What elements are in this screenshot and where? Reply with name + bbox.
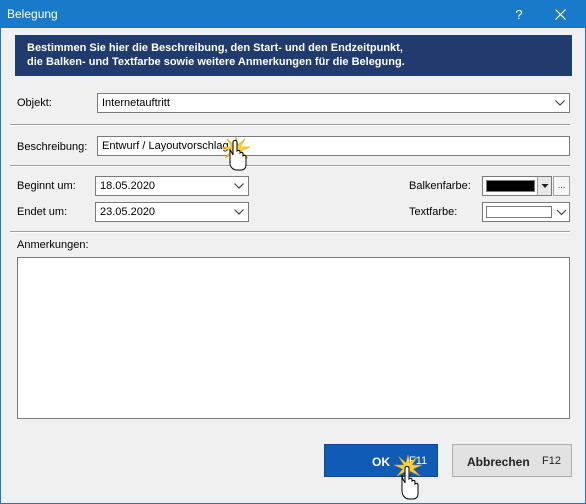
beginnt-value: 18.05.2020 [100,180,156,192]
beschreibung-field[interactable]: Entwurf / Layoutvorschlag [97,136,570,156]
endet-date-picker[interactable]: 23.05.2020 [95,202,249,222]
info-banner: Bestimmen Sie hier die Beschreibung, den… [15,35,572,76]
textfarbe-swatch [486,206,552,218]
balkenfarbe-swatch [486,180,535,192]
close-icon [555,9,566,20]
beschreibung-label: Beschreibung: [17,141,88,153]
chevron-down-icon [556,209,567,216]
separator [10,124,570,126]
belegung-dialog: Belegung ? Bestimmen Sie hier die Beschr… [0,0,586,504]
close-button[interactable] [539,1,583,28]
chevron-down-icon [234,209,244,215]
banner-line-2: die Balken- und Textfarbe sowie weitere … [27,56,405,68]
balkenfarbe-more-button[interactable]: ... [553,176,570,196]
endet-value: 23.05.2020 [100,206,156,218]
balkenfarbe-dropdown-button[interactable] [537,177,551,195]
cancel-button-shortcut: F12 [542,455,561,467]
separator [10,165,570,167]
click-cursor-icon [393,454,423,500]
objekt-combobox[interactable]: Internetauftritt [97,93,570,113]
help-button[interactable]: ? [499,1,539,28]
anmerkungen-textarea[interactable] [17,257,570,419]
chevron-down-icon [234,183,244,189]
textfarbe-label: Textfarbe: [409,206,458,218]
objekt-value: Internetauftritt [102,97,170,109]
textfarbe-dropdown-button[interactable] [554,203,569,221]
balkenfarbe-label: Balkenfarbe: [409,180,471,192]
cancel-button-label: Abbrechen [467,455,530,469]
textfarbe-color-picker[interactable] [482,202,570,222]
beginnt-label: Beginnt um: [17,180,76,192]
window-title: Belegung [7,7,58,21]
triangle-down-icon [541,184,549,188]
banner-line-1: Bestimmen Sie hier die Beschreibung, den… [27,42,403,54]
balkenfarbe-color-picker[interactable] [482,176,552,196]
separator [10,231,570,233]
anmerkungen-label: Anmerkungen: [17,239,89,251]
ok-button-label: OK [372,455,390,469]
objekt-label: Objekt: [17,97,52,109]
beginnt-date-picker[interactable]: 18.05.2020 [95,176,249,196]
chevron-down-icon [555,100,565,106]
title-bar: Belegung ? [1,1,585,28]
endet-label: Endet um: [17,206,68,218]
beschreibung-value: Entwurf / Layoutvorschlag [102,140,229,152]
click-cursor-icon [221,136,251,171]
cancel-button[interactable]: Abbrechen F12 [452,444,572,477]
